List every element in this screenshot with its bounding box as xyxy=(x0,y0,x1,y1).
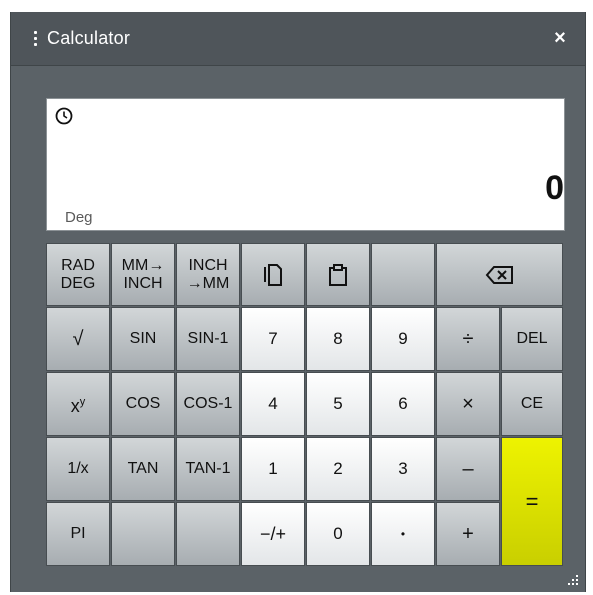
mm-inch-line2: INCH xyxy=(123,274,163,292)
rad-deg-line2: DEG xyxy=(60,274,96,292)
rad-deg-button[interactable]: RAD DEG xyxy=(46,243,110,306)
window-title: Calculator xyxy=(47,28,131,48)
sin-button[interactable]: SIN xyxy=(111,307,175,371)
backspace-icon xyxy=(485,265,513,284)
inch-mm-line1: INCH xyxy=(188,256,228,274)
decimal-button[interactable]: • xyxy=(371,502,435,566)
multiply-button[interactable]: × xyxy=(436,372,500,436)
sqrt-button[interactable]: √ xyxy=(46,307,110,371)
pi-button[interactable]: PI xyxy=(46,502,110,566)
digit-6-button[interactable]: 6 xyxy=(371,372,435,436)
power-exponent: y xyxy=(79,396,86,408)
blank-key-2[interactable] xyxy=(111,502,175,566)
mm-inch-line1: MM→ xyxy=(121,256,165,274)
atan-button[interactable]: TAN-1 xyxy=(176,437,240,501)
cos-button[interactable]: COS xyxy=(111,372,175,436)
digit-3-button[interactable]: 3 xyxy=(371,437,435,501)
close-button[interactable]: × xyxy=(549,27,571,49)
backspace-button[interactable] xyxy=(436,243,563,306)
result-value: 0 xyxy=(545,169,564,207)
clipboard-icon xyxy=(329,263,347,286)
history-icon[interactable] xyxy=(55,107,73,125)
angle-mode-label: Deg xyxy=(65,209,93,226)
divide-button[interactable]: ÷ xyxy=(436,307,500,371)
equals-button[interactable]: = xyxy=(501,437,563,566)
paste-button[interactable] xyxy=(306,243,370,306)
plus-button[interactable]: + xyxy=(436,502,500,566)
del-button[interactable]: DEL xyxy=(501,307,563,371)
calculator-display: 0 Deg xyxy=(46,98,565,231)
tan-button[interactable]: TAN xyxy=(111,437,175,501)
inch-mm-line2: →MM xyxy=(186,274,230,292)
digit-0-button[interactable]: 0 xyxy=(306,502,370,566)
calculator-window: Calculator × 0 Deg RAD DEG MM→ INCH INCH →M… xyxy=(10,12,586,592)
rad-deg-line1: RAD xyxy=(61,256,95,274)
asin-button[interactable]: SIN-1 xyxy=(176,307,240,371)
digit-8-button[interactable]: 8 xyxy=(306,307,370,371)
acos-button[interactable]: COS-1 xyxy=(176,372,240,436)
power-base: x xyxy=(70,396,80,416)
digit-1-button[interactable]: 1 xyxy=(241,437,305,501)
mm-to-inch-button[interactable]: MM→ INCH xyxy=(111,243,175,306)
title-bar[interactable]: Calculator × xyxy=(11,12,585,66)
digit-2-button[interactable]: 2 xyxy=(306,437,370,501)
ce-button[interactable]: CE xyxy=(501,372,563,436)
copy-icon xyxy=(264,263,282,286)
negate-button[interactable]: −/+ xyxy=(241,502,305,566)
resize-grip-icon[interactable] xyxy=(567,574,579,586)
drag-handle-icon[interactable] xyxy=(25,31,45,46)
copy-button[interactable] xyxy=(241,243,305,306)
digit-7-button[interactable]: 7 xyxy=(241,307,305,371)
digit-9-button[interactable]: 9 xyxy=(371,307,435,371)
blank-key-1[interactable] xyxy=(371,243,435,306)
reciprocal-button[interactable]: 1/x xyxy=(46,437,110,501)
power-button[interactable]: xy xyxy=(46,372,110,436)
digit-4-button[interactable]: 4 xyxy=(241,372,305,436)
blank-key-3[interactable] xyxy=(176,502,240,566)
digit-5-button[interactable]: 5 xyxy=(306,372,370,436)
minus-button[interactable]: – xyxy=(436,437,500,501)
inch-to-mm-button[interactable]: INCH →MM xyxy=(176,243,240,306)
